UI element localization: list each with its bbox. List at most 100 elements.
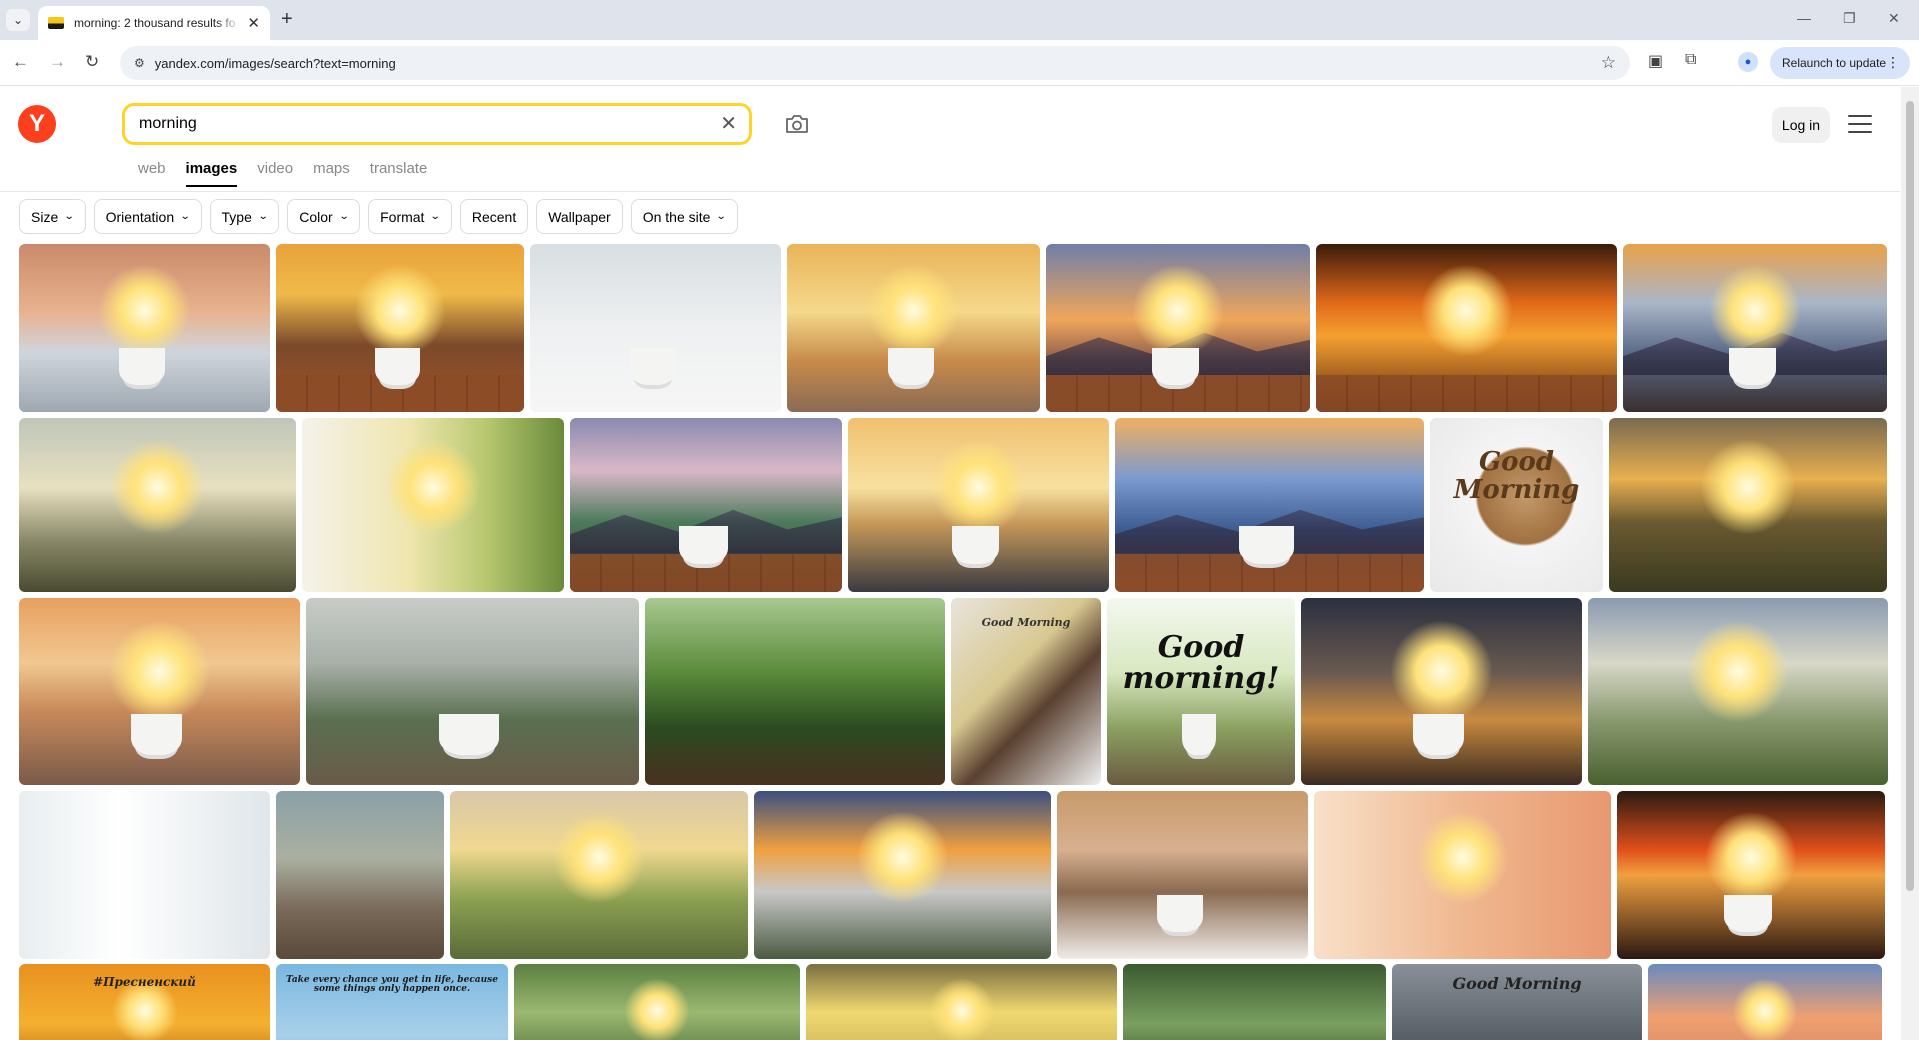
chevron-down-icon: ⌄	[716, 211, 728, 222]
image-thumbnail-coffee-mug-railing-sunrise[interactable]	[19, 244, 270, 412]
tab-video[interactable]: video	[257, 160, 293, 187]
filter-label: Format	[380, 208, 425, 225]
reload-icon[interactable]: ↻	[85, 52, 99, 72]
image-thumbnail-field-golden-sunset[interactable]	[1609, 418, 1887, 592]
image-thumbnail-quote-purple-flowers[interactable]: Take every chance you get in life, becau…	[276, 964, 508, 1040]
back-icon[interactable]: ←	[12, 52, 29, 72]
image-thumbnail-good-morning-dark-sky[interactable]: Good Morning	[1392, 964, 1642, 1040]
coffee-cup	[630, 348, 676, 386]
more-icon[interactable]: ⋮	[1886, 54, 1900, 71]
tab-maps[interactable]: maps	[313, 160, 350, 187]
image-thumbnail-good-morning-text-cup[interactable]: Good morning!	[1107, 598, 1295, 785]
clear-search-icon[interactable]: ✕	[720, 112, 737, 136]
image-thumbnail-coffee-notebook-mountains[interactable]	[570, 418, 842, 592]
image-thumbnail-tree-misty-sunrise[interactable]	[19, 418, 296, 592]
image-thumbnail-yoga-beach-coffee[interactable]	[19, 598, 300, 785]
filter-recent[interactable]: Recent	[459, 199, 529, 234]
filter-size[interactable]: Size ⌄	[19, 199, 86, 234]
sun-glow	[1416, 811, 1509, 904]
login-button[interactable]: Log in	[1772, 107, 1830, 143]
image-thumbnail-good-morning-latte[interactable]: Good Morning	[1430, 418, 1603, 592]
cast-icon[interactable]: ▣	[1648, 51, 1663, 71]
image-thumbnail-cup-lake-sunrise[interactable]	[787, 244, 1040, 412]
image-thumbnail-sunrise-meadow-rays[interactable]	[1588, 598, 1888, 785]
filter-type[interactable]: Type ⌄	[209, 199, 280, 234]
relaunch-button[interactable]: Relaunch to update ⋮	[1770, 47, 1910, 79]
image-thumbnail-red-mug-muffin-garden[interactable]	[645, 598, 945, 785]
site-info-icon[interactable]: ⚙	[134, 56, 145, 70]
image-thumbnail-cup-beans-red-sunset[interactable]	[1617, 791, 1885, 959]
scrollbar-thumb[interactable]	[1906, 101, 1914, 891]
image-thumbnail-mountains-coffee-earphones[interactable]	[1623, 244, 1887, 412]
bookmark-star-icon[interactable]: ☆	[1601, 53, 1616, 73]
image-thumbnail-coffee-pink-flowers-lake[interactable]	[276, 791, 444, 959]
image-thumbnail-sunrise-clouds-field[interactable]	[1648, 964, 1882, 1040]
image-thumbnail-dark-mug-fiery-sky[interactable]	[1316, 244, 1617, 412]
sun-glow	[1732, 978, 1798, 1040]
image-thumbnail-coffee-lake-pen[interactable]	[848, 418, 1109, 592]
image-thumbnail-woman-waking-bed[interactable]	[1314, 791, 1611, 959]
coffee-cup	[1724, 895, 1773, 933]
image-thumbnail-white-mug-forest-fog[interactable]	[306, 598, 639, 785]
image-thumbnail-good-morning-card-knit[interactable]: Good Morning	[951, 598, 1101, 785]
image-thumbnail-golden-lake-sunrise[interactable]	[806, 964, 1117, 1040]
image-thumbnail-cup-table-sunset-hills[interactable]	[1046, 244, 1310, 412]
tab-translate[interactable]: translate	[370, 160, 428, 187]
tab-dropdown-icon[interactable]: ⌄	[6, 9, 30, 31]
image-caption-text: Take every chance you get in life, becau…	[286, 975, 498, 995]
filter-label: Type	[221, 208, 252, 225]
coffee-cup	[1182, 713, 1217, 756]
filter-orientation[interactable]: Orientation ⌄	[93, 199, 202, 234]
coffee-cup	[131, 713, 182, 756]
tab-images[interactable]: images	[186, 160, 238, 187]
address-bar[interactable]: ⚙ yandex.com/images/search?text=morning …	[120, 46, 1630, 80]
chevron-down-icon: ⌄	[338, 211, 350, 222]
sun-glow	[867, 264, 960, 357]
image-thumbnail-woman-stretching-bedroom[interactable]	[19, 791, 270, 959]
minimize-icon[interactable]: —	[1797, 10, 1811, 26]
image-caption-text: Good morning!	[1122, 629, 1280, 697]
image-thumbnail-mug-sunset-hashtag[interactable]: #Пресненский	[19, 964, 270, 1040]
filter-color[interactable]: Color ⌄	[287, 199, 361, 234]
tab-title: morning: 2 thousand results fo	[74, 16, 236, 30]
image-thumbnail-green-bokeh-heart[interactable]	[1123, 964, 1386, 1040]
menu-icon[interactable]	[1848, 115, 1872, 133]
close-window-icon[interactable]: ✕	[1888, 10, 1900, 27]
image-thumbnail-coffee-cookies-window[interactable]	[530, 244, 781, 412]
extensions-icon[interactable]: ⧉	[1685, 51, 1696, 69]
search-input[interactable]	[139, 115, 679, 133]
sun-glow	[856, 811, 949, 904]
tab-web[interactable]: web	[138, 160, 166, 187]
search-box[interactable]: ✕	[122, 103, 752, 145]
image-thumbnail-mug-mountain-sunset[interactable]	[276, 244, 524, 412]
tab-favicon-icon	[48, 17, 64, 29]
sun-glow	[108, 620, 211, 724]
filter-label: Color	[299, 208, 333, 225]
sun-glow	[98, 264, 191, 357]
restore-icon[interactable]: ❐	[1843, 10, 1856, 27]
camera-search-icon[interactable]	[784, 113, 810, 135]
image-thumbnail-steaming-cup-sunlight[interactable]	[1301, 598, 1582, 785]
filter-wallpaper[interactable]: Wallpaper	[536, 199, 623, 234]
image-thumbnail-mount-fog-valley-sunrise[interactable]	[754, 791, 1051, 959]
new-tab-icon[interactable]: +	[281, 8, 293, 30]
image-thumbnail-coffee-croissant-city[interactable]	[1057, 791, 1308, 959]
image-thumbnail-yellow-cup-window[interactable]	[302, 418, 564, 592]
browser-tab-strip: ⌄ morning: 2 thousand results fo ✕ + — ❐…	[0, 0, 1919, 40]
image-thumbnail-lone-tree-path-sunset[interactable]	[450, 791, 748, 959]
image-thumbnail-coffee-blue-mountains[interactable]	[1115, 418, 1424, 592]
image-thumbnail-forest-light-chair[interactable]	[514, 964, 800, 1040]
filter-on-the-site[interactable]: On the site ⌄	[630, 199, 738, 234]
page-header: Y ✕ Log in web images video maps transla…	[0, 87, 1900, 192]
profile-icon[interactable]: ●	[1738, 52, 1758, 72]
page-scrollbar[interactable]	[1901, 87, 1919, 1040]
coffee-cup	[119, 348, 165, 386]
yandex-logo[interactable]: Y	[18, 105, 56, 143]
browser-tab[interactable]: morning: 2 thousand results fo ✕	[38, 6, 270, 40]
tab-close-icon[interactable]: ✕	[247, 16, 260, 31]
filter-format[interactable]: Format ⌄	[368, 199, 452, 234]
sun-glow	[1686, 620, 1790, 724]
image-caption-text: Good Morning	[981, 615, 1071, 629]
address-url[interactable]: yandex.com/images/search?text=morning	[155, 56, 396, 71]
forward-icon[interactable]: →	[49, 52, 66, 72]
